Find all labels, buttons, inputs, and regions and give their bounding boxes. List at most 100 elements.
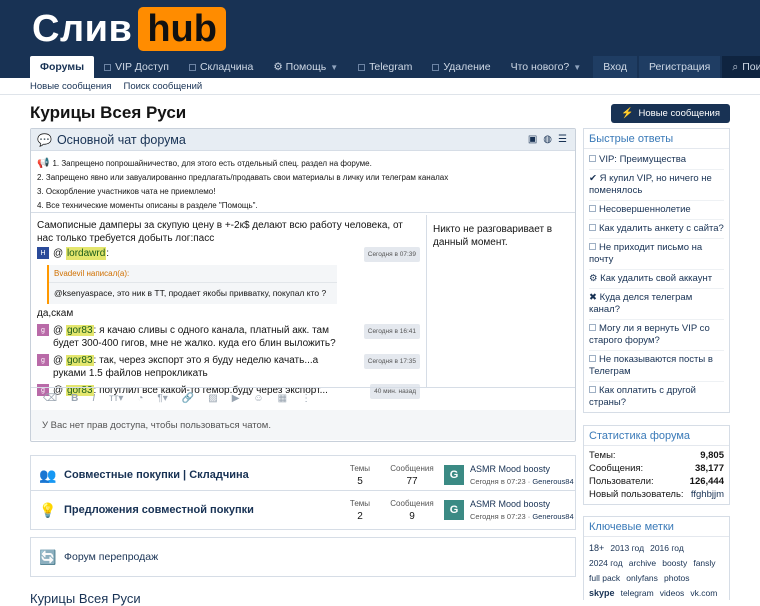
tag-link[interactable]: skype bbox=[589, 588, 615, 598]
tag-link[interactable]: full pack bbox=[589, 573, 620, 583]
quick-answer-item[interactable]: VIP: Преимущества bbox=[589, 151, 724, 170]
image-icon[interactable]: ▨ bbox=[208, 393, 217, 404]
popup-icon[interactable]: ▣ bbox=[528, 134, 537, 145]
quick-answer-item[interactable]: Несовершеннолетие bbox=[589, 201, 724, 220]
last-post-title[interactable]: ASMR Mood boosty bbox=[470, 499, 574, 509]
username[interactable]: gor83 bbox=[65, 355, 94, 366]
tag-link[interactable]: onlyfans bbox=[626, 573, 658, 583]
chevron-down-icon[interactable]: ▼ bbox=[330, 63, 338, 72]
title-row: Курицы Всея Руси ⚡ Новые сообщения bbox=[30, 102, 730, 124]
forum-title[interactable]: Совместные покупки | Складчина bbox=[64, 469, 334, 481]
last-post-user[interactable]: Generous84 bbox=[532, 477, 573, 486]
quick-answer-item[interactable]: ✔ Я купил VIP, но ничего не поменялось bbox=[589, 170, 724, 201]
quick-answer-item[interactable]: Не приходит письмо на почту bbox=[589, 239, 724, 270]
quick-answer-item[interactable]: ✖ Куда делся телеграм канал? bbox=[589, 289, 724, 320]
quick-answer-item[interactable]: Не показываются посты в Телеграм bbox=[589, 351, 724, 382]
quick-answer-item[interactable]: Могу ли я вернуть VIP со старого форум? bbox=[589, 320, 724, 351]
last-post-title[interactable]: ASMR Mood boosty bbox=[470, 464, 574, 474]
new-messages-button[interactable]: ⚡ Новые сообщения bbox=[611, 103, 730, 123]
register-link[interactable]: Регистрация bbox=[638, 56, 721, 78]
tag-link[interactable]: fansly bbox=[693, 558, 715, 568]
editor-toolbar: ⌫ B I тт▾ ◔ ¶▾ 🔗 ▨ ▶ ☺ ▦ ⋮ bbox=[31, 388, 575, 408]
tag-link[interactable]: archive bbox=[629, 558, 656, 568]
item-label: Как удалить анкету с сайта? bbox=[599, 223, 724, 234]
quick-answer-item[interactable]: ⚙ Как удалить свой аккаунт bbox=[589, 270, 724, 289]
menu-icon[interactable]: ☰ bbox=[558, 134, 567, 145]
tag-link[interactable]: videos bbox=[660, 588, 685, 598]
search-label: Поиск bbox=[742, 61, 760, 73]
paragraph-icon[interactable]: ¶▾ bbox=[157, 393, 167, 404]
tag-link[interactable]: 18+ bbox=[589, 543, 604, 553]
logo-hub: hub bbox=[138, 7, 226, 51]
username[interactable]: gor83 bbox=[65, 325, 94, 336]
nav-forums[interactable]: Форумы bbox=[30, 56, 95, 78]
stats-list: Темы: 9,805 Сообщения: 38,177 Пользователи… bbox=[584, 446, 729, 501]
newest-user-link[interactable]: ffghbjjm bbox=[691, 489, 724, 500]
search-link[interactable]: ⌕Поиск bbox=[722, 56, 760, 78]
smile-icon[interactable]: ☺ bbox=[253, 393, 263, 404]
username[interactable]: lordawrd bbox=[65, 247, 107, 260]
skladchina-icon bbox=[188, 63, 196, 71]
media-icon[interactable]: ▶ bbox=[232, 393, 240, 404]
doc-icon bbox=[589, 355, 596, 362]
item-label: Несовершеннолетие bbox=[599, 204, 691, 215]
login-link[interactable]: Вход bbox=[593, 56, 637, 78]
widget-title: Быстрые ответы bbox=[584, 129, 729, 149]
tag-link[interactable]: 2024 год bbox=[589, 558, 623, 568]
subnav-search-posts[interactable]: Поиск сообщений bbox=[124, 81, 203, 92]
quote-body: @ksenyaspace, это ник в ТТ, продает якоб… bbox=[54, 288, 327, 298]
chat-users: Никто не разговаривает в данный момент. bbox=[433, 224, 553, 248]
forum-title[interactable]: Предложения совместной покупки bbox=[64, 504, 334, 516]
italic-icon[interactable]: I bbox=[92, 393, 95, 404]
nav-skladchina[interactable]: Складчина bbox=[179, 56, 263, 78]
avatar[interactable]: g bbox=[37, 354, 49, 366]
nav-telegram[interactable]: Telegram bbox=[348, 56, 422, 78]
more-icon[interactable]: ⋮ bbox=[301, 393, 311, 404]
no-access-message: У Вас нет прав доступа, чтобы пользовать… bbox=[31, 410, 575, 440]
tag-cloud: 18+ 2013 год 2016 год 2024 год archive b… bbox=[584, 537, 729, 605]
stat-label: Сообщения: bbox=[589, 463, 644, 474]
forum-row[interactable]: 🔄 Форум перепродаж bbox=[30, 537, 576, 577]
category-title[interactable]: Курицы Всея Руси bbox=[30, 591, 141, 606]
nav-help[interactable]: ⚙ Помощь ▼ bbox=[263, 56, 348, 78]
forum-row[interactable]: 💡 Предложения совместной покупки Темы 2 С… bbox=[30, 490, 576, 530]
avatar[interactable]: G bbox=[444, 465, 464, 485]
table-icon[interactable]: ▦ bbox=[278, 393, 287, 404]
tag-link[interactable]: vk.com bbox=[690, 588, 717, 598]
stat-value: 126,444 bbox=[689, 476, 724, 487]
resale-icon: 🔄 bbox=[39, 548, 57, 565]
avatar[interactable]: g bbox=[37, 324, 49, 336]
forum-title[interactable]: Форум перепродаж bbox=[64, 551, 334, 563]
tag-link[interactable]: 2016 год bbox=[650, 543, 684, 553]
globe-icon[interactable]: ◍ bbox=[543, 134, 552, 145]
tag-link[interactable]: 2013 год bbox=[610, 543, 644, 553]
quick-answer-item[interactable]: Как удалить анкету с сайта? bbox=[589, 220, 724, 239]
tag-link[interactable]: telegram bbox=[621, 588, 654, 598]
tag-link[interactable]: photos bbox=[664, 573, 690, 583]
forum-row[interactable]: 👥 Совместные покупки | Складчина Темы 5 С… bbox=[30, 455, 576, 495]
chat-tools: ▣ ◍ ☰ bbox=[528, 134, 567, 145]
subnav-new-posts[interactable]: Новые сообщения bbox=[30, 81, 112, 92]
eraser-icon[interactable]: ⌫ bbox=[43, 393, 57, 404]
last-post-user[interactable]: Generous84 bbox=[532, 512, 573, 521]
search-icon: ⌕ bbox=[732, 60, 739, 73]
nav-vip[interactable]: VIP Доступ bbox=[94, 56, 179, 78]
main-nav: Форумы VIP Доступ Складчина ⚙ Помощь ▼ Te… bbox=[30, 56, 760, 78]
avatar[interactable]: H bbox=[37, 247, 49, 259]
forum-stats-widget: Статистика форума Темы: 9,805 Сообщения: 3… bbox=[583, 425, 730, 505]
avatar[interactable]: G bbox=[444, 500, 464, 520]
tag-link[interactable]: boosty bbox=[662, 558, 687, 568]
chat-header: 💬 Основной чат форума ▣ ◍ ☰ bbox=[31, 129, 575, 151]
bold-icon[interactable]: B bbox=[71, 393, 78, 404]
color-icon[interactable]: ◔ bbox=[137, 393, 143, 404]
quote-header[interactable]: Bvadevil написал(а): bbox=[49, 265, 337, 283]
quick-answer-item[interactable]: Как оплатить с другой страны? bbox=[589, 382, 724, 412]
nav-delete[interactable]: Удаление bbox=[422, 56, 500, 78]
text-style-icon[interactable]: тт▾ bbox=[109, 393, 123, 404]
nav-whats-new[interactable]: Что нового? ▼ bbox=[501, 56, 592, 78]
link-icon[interactable]: 🔗 bbox=[182, 393, 194, 404]
nav-label: VIP Доступ bbox=[115, 61, 169, 73]
chat-messages[interactable]: Самописные дамперы за скупую цену в +-2к… bbox=[31, 215, 427, 399]
site-logo[interactable]: Слив hub bbox=[32, 7, 226, 51]
chevron-down-icon[interactable]: ▼ bbox=[573, 63, 581, 72]
